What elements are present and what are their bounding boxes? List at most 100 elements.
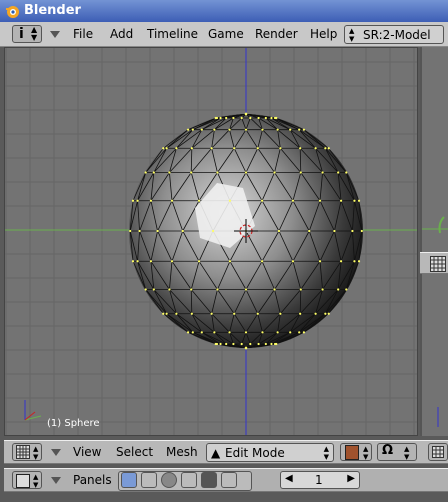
mesh-vertex[interactable] — [191, 128, 194, 131]
mesh-vertex[interactable] — [299, 288, 302, 291]
page-stepper[interactable]: ◀ 1 ▶ — [280, 471, 360, 489]
mesh-vertex[interactable] — [351, 229, 354, 233]
mesh-vertex[interactable] — [270, 342, 273, 346]
mesh-vertex[interactable] — [186, 128, 190, 131]
mesh-vertex[interactable] — [138, 229, 141, 233]
mesh-vertex[interactable] — [291, 260, 295, 263]
mesh-vertex[interactable] — [333, 229, 336, 233]
mesh-vertex[interactable] — [314, 312, 317, 315]
mesh-vertex[interactable] — [249, 342, 252, 346]
mesh-vertex[interactable] — [213, 128, 216, 131]
mesh-vertex[interactable] — [233, 147, 236, 150]
mesh-vertex[interactable] — [357, 260, 361, 263]
mesh-vertex[interactable] — [175, 147, 178, 150]
mesh-vertex[interactable] — [308, 229, 311, 233]
shading-context-icon[interactable] — [161, 472, 177, 488]
mesh-vertex[interactable] — [357, 199, 361, 202]
mesh-vertex[interactable] — [181, 229, 184, 233]
menu-view[interactable]: View — [73, 445, 101, 459]
mesh-vertex[interactable] — [260, 260, 264, 263]
mesh-vertex[interactable] — [190, 312, 193, 315]
mesh-vertex[interactable] — [302, 128, 306, 131]
mesh-vertex[interactable] — [211, 229, 215, 233]
mesh-vertex[interactable] — [228, 128, 231, 131]
mesh-vertex[interactable] — [339, 199, 343, 202]
mesh-vertex[interactable] — [327, 312, 330, 315]
object-context-icon[interactable] — [181, 472, 197, 488]
mesh-vertex[interactable] — [228, 260, 232, 263]
mesh-vertex[interactable] — [353, 260, 356, 263]
mesh-vertex[interactable] — [321, 171, 324, 174]
mesh-vertex[interactable] — [244, 128, 248, 131]
stepper-right-icon[interactable]: ▶ — [347, 473, 355, 484]
mesh-vertex[interactable] — [136, 260, 139, 263]
mesh-vertex[interactable] — [200, 128, 203, 131]
mesh-vertex[interactable] — [244, 346, 248, 350]
mesh-vertex[interactable] — [261, 331, 264, 334]
mesh-vertex[interactable] — [152, 171, 155, 174]
mesh-vertex[interactable] — [339, 260, 343, 263]
editor-type-button[interactable]: i ▲ ▼ — [12, 25, 42, 43]
collapse-menu-icon[interactable] — [50, 31, 60, 38]
scene-selector[interactable]: ▲ ▼ SR:2-Model — [344, 25, 444, 44]
menu-mesh[interactable]: Mesh — [166, 445, 198, 459]
mesh-vertex[interactable] — [175, 312, 178, 315]
logic-context-icon[interactable] — [121, 472, 137, 488]
mesh-vertex[interactable] — [256, 147, 259, 150]
mesh-vertex[interactable] — [360, 229, 363, 233]
mesh-vertex[interactable] — [244, 171, 248, 174]
mesh-vertex[interactable] — [190, 147, 193, 150]
mesh-vertex[interactable] — [232, 116, 235, 120]
mesh-vertex[interactable] — [345, 288, 348, 291]
mesh-vertex[interactable] — [149, 199, 153, 202]
mesh-vertex[interactable] — [216, 171, 219, 174]
mesh-vertex[interactable] — [270, 116, 273, 120]
menu-render[interactable]: Render — [255, 27, 298, 41]
mesh-vertex[interactable] — [191, 331, 194, 334]
overflow-grid-button[interactable] — [428, 443, 448, 461]
mesh-vertex[interactable] — [197, 199, 201, 202]
mesh-vertex[interactable] — [337, 171, 340, 174]
mesh-vertex[interactable] — [152, 288, 155, 291]
mesh-vertex[interactable] — [273, 288, 276, 291]
menu-game[interactable]: Game — [208, 27, 244, 41]
mesh-vertex[interactable] — [144, 171, 147, 174]
mesh-vertex[interactable] — [165, 312, 168, 315]
mesh-vertex[interactable] — [276, 331, 279, 334]
collapse-menu-icon[interactable] — [51, 477, 61, 484]
editing-context-icon[interactable] — [201, 472, 217, 488]
mesh-vertex[interactable] — [324, 147, 327, 150]
script-context-icon[interactable] — [141, 472, 157, 488]
mesh-vertex[interactable] — [186, 331, 190, 334]
mesh-vertex[interactable] — [219, 116, 222, 120]
mesh-vertex[interactable] — [213, 331, 216, 334]
mesh-vertex[interactable] — [149, 260, 153, 263]
mesh-vertex[interactable] — [257, 116, 260, 120]
mesh-vertex[interactable] — [131, 260, 135, 263]
mesh-vertex[interactable] — [244, 112, 248, 116]
mesh-vertex[interactable] — [345, 171, 348, 174]
side-viewport[interactable] — [420, 47, 448, 436]
panels-menu[interactable]: Panels — [73, 473, 112, 487]
mesh-vertex[interactable] — [190, 171, 193, 174]
mesh-vertex[interactable] — [249, 116, 252, 120]
mesh-vertex[interactable] — [299, 312, 302, 315]
mesh-vertex[interactable] — [261, 128, 264, 131]
mesh-vertex[interactable] — [353, 199, 356, 202]
mesh-vertex[interactable] — [156, 229, 159, 233]
mesh-vertex[interactable] — [197, 260, 201, 263]
mesh-vertex[interactable] — [233, 312, 236, 315]
mesh-vertex[interactable] — [324, 312, 327, 315]
mesh-vertex[interactable] — [279, 312, 282, 315]
mesh-vertex[interactable] — [256, 312, 259, 315]
mesh-vertex[interactable] — [219, 342, 222, 346]
mesh-vertex[interactable] — [240, 116, 243, 120]
mesh-vertex[interactable] — [225, 116, 228, 120]
menu-add[interactable]: Add — [110, 27, 133, 41]
grid-icon[interactable] — [430, 256, 446, 272]
mesh-vertex[interactable] — [168, 171, 171, 174]
scene-context-icon[interactable] — [221, 472, 237, 488]
menu-help[interactable]: Help — [310, 27, 337, 41]
editor-type-button[interactable]: ▲ ▼ — [12, 443, 42, 461]
mesh-vertex[interactable] — [244, 288, 248, 291]
